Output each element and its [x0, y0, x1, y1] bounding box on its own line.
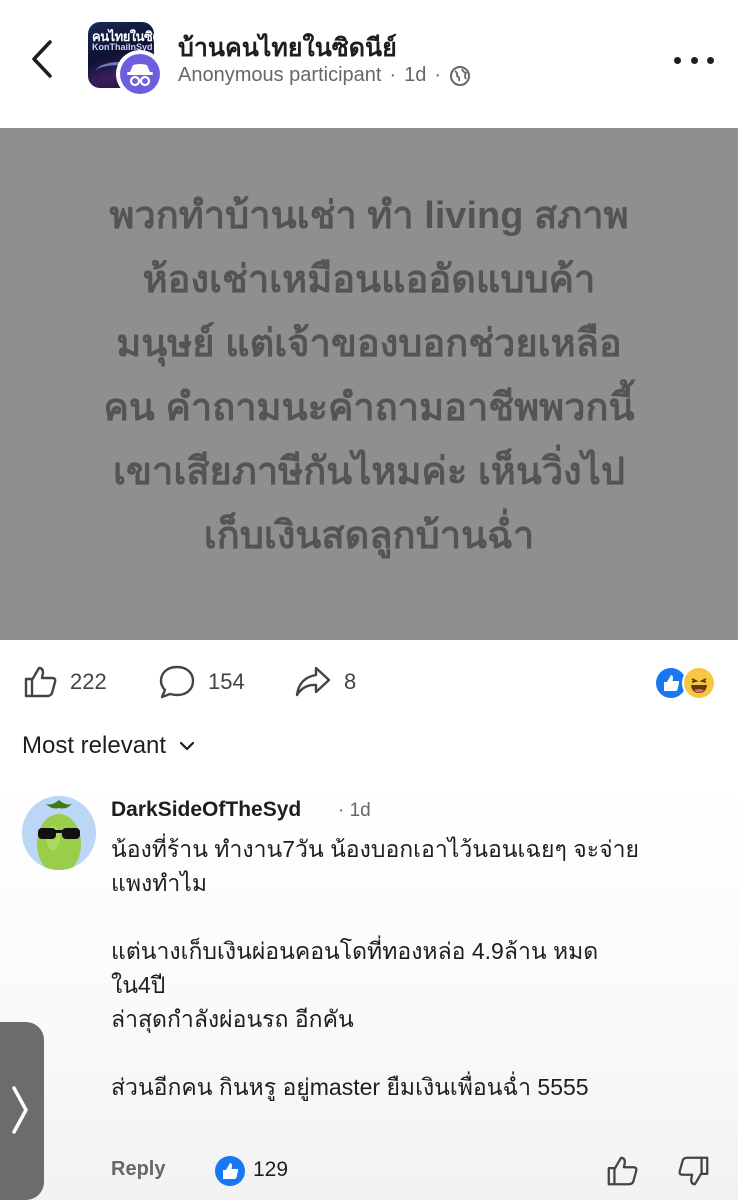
like-button[interactable]: 222 — [22, 664, 107, 700]
post-text-card: พวกทำบ้านเช่า ทำ living สภาพ ห้องเช่าเหม… — [0, 128, 738, 640]
commenter-name[interactable]: DarkSideOfTheSyd — [111, 798, 301, 822]
comment-dislike-button[interactable] — [677, 1154, 711, 1188]
comment-line: แต่นางเก็บเงินผ่อนคอนโดที่ทองหล่อ 4.9ล้า… — [111, 938, 599, 964]
comment-body: น้องที่ร้าน ทำงาน7วัน น้องบอกเอาไว้นอนเฉ… — [111, 832, 721, 1104]
comment-actions: Reply 129 — [111, 1154, 721, 1188]
post-meta: Anonymous participant · 1d · — [178, 64, 471, 87]
comment-line: แพงทำไม — [111, 870, 208, 896]
comment-button[interactable]: 154 — [158, 664, 245, 700]
chevron-down-icon — [179, 741, 195, 751]
post-line: เก็บเงินสดลูกบ้านฉ่ำ — [203, 515, 535, 557]
back-button[interactable] — [28, 36, 58, 82]
chevron-right-icon — [12, 1086, 28, 1134]
sort-label: Most relevant — [22, 732, 167, 759]
comment-like-count[interactable]: 129 — [253, 1158, 288, 1182]
anonymous-icon — [127, 64, 153, 87]
comment-time: · 1d — [338, 800, 371, 822]
comment-meta-separator: · — [338, 800, 345, 821]
post-line: พวกทำบ้านเช่า ทำ living สภาพ — [109, 195, 629, 237]
sunglasses-pea-avatar — [22, 796, 96, 870]
post-line: เขาเสียภาษีกันไหมค่ะ เห็นวิ่งไป — [113, 451, 625, 493]
comment-sort-selector[interactable]: Most relevant — [22, 732, 196, 760]
comment-line: ส่วนอีกคน กินหรู อยู่master ยืมเงินเพื่อ… — [111, 1074, 589, 1100]
chevron-left-icon — [32, 40, 52, 78]
share-icon — [295, 666, 331, 697]
comment-like-button[interactable] — [605, 1154, 639, 1188]
like-icon — [24, 666, 57, 698]
commenter-avatar[interactable] — [22, 796, 96, 870]
comment-icon — [159, 665, 195, 699]
more-options-button[interactable] — [674, 48, 714, 72]
post-actions-bar: 222 154 8 — [0, 650, 738, 716]
more-icon — [674, 56, 681, 64]
post-text: พวกทำบ้านเช่า ทำ living สภาพ ห้องเช่าเหม… — [49, 184, 689, 568]
post-line: มนุษย์ แต่เจ้าของบอกช่วยเหลือ — [116, 323, 622, 365]
post-header: คนไทยในซิด KonThaiInSyd บ้านคนไทยในซิดนี… — [0, 0, 738, 128]
globe-icon — [450, 65, 471, 86]
comment-count: 154 — [208, 669, 245, 694]
group-name[interactable]: บ้านคนไทยในซิดนีย์ — [178, 28, 397, 68]
comment-time-value: 1d — [349, 800, 371, 821]
share-count: 8 — [344, 669, 357, 694]
comment-line: ใน4ปี — [111, 972, 166, 998]
post-line: คน คำถามนะคำถามอาชีพพวกนี้ — [103, 387, 635, 429]
comment-line: ล่าสุดกำลังผ่อนรถ อีกคัน — [111, 1006, 354, 1032]
haha-reaction-icon — [682, 666, 716, 700]
meta-separator: · — [389, 64, 397, 86]
share-button[interactable]: 8 — [294, 664, 356, 700]
dislike-icon — [678, 1156, 709, 1186]
author-name: Anonymous participant — [178, 64, 382, 86]
reply-button[interactable]: Reply — [111, 1158, 165, 1181]
like-count: 222 — [70, 669, 107, 694]
comment-line: น้องที่ร้าน ทำงาน7วัน น้องบอกเอาไว้นอนเฉ… — [111, 836, 639, 862]
anonymous-avatar — [116, 50, 164, 98]
post-time: 1d — [404, 64, 427, 86]
reaction-summary[interactable] — [654, 666, 724, 700]
side-panel-tab[interactable] — [0, 1022, 44, 1200]
comment-like-reaction-icon — [215, 1156, 245, 1186]
post-line: ห้องเช่าเหมือนแออัดแบบค้า — [142, 259, 596, 301]
meta-separator: · — [434, 64, 442, 86]
like-icon — [607, 1156, 638, 1186]
